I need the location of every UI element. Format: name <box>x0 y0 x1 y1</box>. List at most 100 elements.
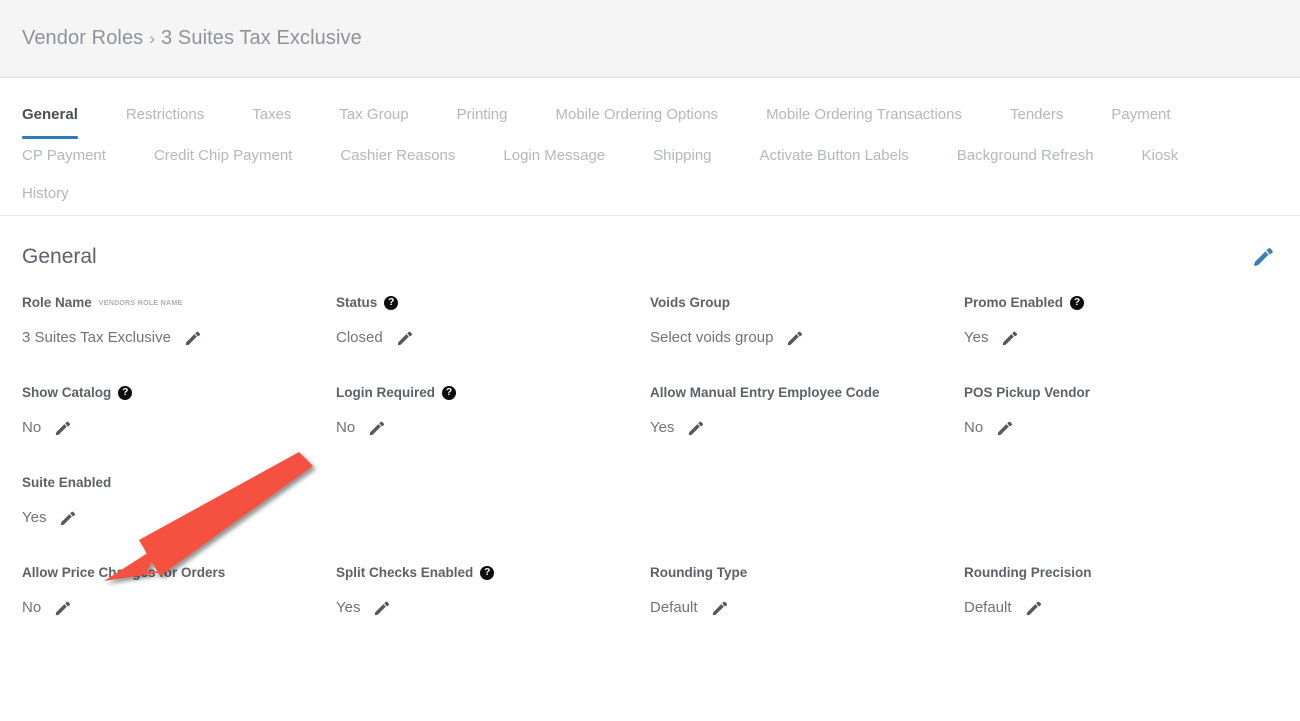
field-rounding-precision: Rounding Precision Default <box>964 564 1278 620</box>
help-icon[interactable]: ? <box>480 566 494 580</box>
field-label-text: Login Required <box>336 384 435 402</box>
field-label-text: Voids Group <box>650 294 730 312</box>
tab-printing[interactable]: Printing <box>457 96 508 139</box>
field-label: Show Catalog ? <box>22 384 336 402</box>
vendor-role-detail-page: Vendor Roles › 3 Suites Tax Exclusive Ge… <box>0 0 1300 721</box>
field-label-text: Status <box>336 294 377 312</box>
tab-shipping[interactable]: Shipping <box>653 139 711 177</box>
edit-field-pencil-icon[interactable] <box>1001 330 1018 347</box>
breadcrumb-current: 3 Suites Tax Exclusive <box>161 27 362 50</box>
field-value-row: Yes <box>22 508 336 528</box>
edit-field-pencil-icon[interactable] <box>1025 600 1042 617</box>
edit-field-pencil-icon[interactable] <box>54 420 71 437</box>
tab-label: Printing <box>457 106 508 123</box>
edit-field-pencil-icon[interactable] <box>396 330 413 347</box>
field-value-text: No <box>336 418 355 438</box>
tab-label: History <box>22 185 69 202</box>
field-allow-manual-entry-employee-code: Allow Manual Entry Employee Code Yes <box>650 384 964 440</box>
tab-cashier-reasons[interactable]: Cashier Reasons <box>340 139 455 177</box>
edit-field-pencil-icon[interactable] <box>368 420 385 437</box>
field-label-text: Show Catalog <box>22 384 111 402</box>
section-header: General <box>22 242 1278 272</box>
field-value-row: No <box>22 598 336 618</box>
field-empty-slot <box>650 474 964 530</box>
field-label: Status ? <box>336 294 650 312</box>
field-label-text: Allow Manual Entry Employee Code <box>650 384 880 402</box>
field-value-text: No <box>22 418 41 438</box>
tab-history[interactable]: History <box>22 177 69 215</box>
tab-taxes[interactable]: Taxes <box>252 96 291 139</box>
tab-mobile-ordering-options[interactable]: Mobile Ordering Options <box>555 96 718 139</box>
field-voids-group: Voids Group Select voids group <box>650 294 964 350</box>
field-value-row: Select voids group <box>650 328 964 348</box>
edit-field-pencil-icon[interactable] <box>184 330 201 347</box>
field-allow-price-changes-for-orders: Allow Price Changes for Orders No <box>22 564 336 620</box>
help-icon[interactable]: ? <box>1070 296 1084 310</box>
field-value-row: No <box>336 418 650 438</box>
field-pos-pickup-vendor: POS Pickup Vendor No <box>964 384 1278 440</box>
field-value-text: Default <box>964 598 1012 618</box>
tab-label: Mobile Ordering Transactions <box>766 106 962 123</box>
tab-label: Activate Button Labels <box>760 147 909 164</box>
field-value-text: Yes <box>964 328 988 348</box>
tab-label: Taxes <box>252 106 291 123</box>
tab-label: Payment <box>1111 106 1170 123</box>
field-label-text: Rounding Precision <box>964 564 1092 582</box>
field-value-text: Yes <box>336 598 360 618</box>
help-icon[interactable]: ? <box>384 296 398 310</box>
edit-field-pencil-icon[interactable] <box>54 600 71 617</box>
field-status: Status ? Closed <box>336 294 650 350</box>
field-value-row: Closed <box>336 328 650 348</box>
field-value-text: Yes <box>650 418 674 438</box>
field-value-text: No <box>22 598 41 618</box>
field-value-row: Yes <box>336 598 650 618</box>
field-split-checks-enabled: Split Checks Enabled ? Yes <box>336 564 650 620</box>
tab-label: Cashier Reasons <box>340 147 455 164</box>
field-value-row: No <box>22 418 336 438</box>
tab-cp-payment[interactable]: CP Payment <box>22 139 106 177</box>
field-empty-slot <box>336 474 650 530</box>
field-label: Login Required ? <box>336 384 650 402</box>
tab-label: Tenders <box>1010 106 1063 123</box>
tab-label: Kiosk <box>1142 147 1179 164</box>
field-label: Split Checks Enabled ? <box>336 564 650 582</box>
tab-mobile-ordering-transactions[interactable]: Mobile Ordering Transactions <box>766 96 962 139</box>
field-value-text: Default <box>650 598 698 618</box>
tab-background-refresh[interactable]: Background Refresh <box>957 139 1094 177</box>
field-label: Promo Enabled ? <box>964 294 1278 312</box>
field-value-text: 3 Suites Tax Exclusive <box>22 328 171 348</box>
edit-field-pencil-icon[interactable] <box>711 600 728 617</box>
breadcrumb-parent-link[interactable]: Vendor Roles <box>22 27 143 50</box>
tab-label: General <box>22 106 78 123</box>
tab-kiosk[interactable]: Kiosk <box>1142 139 1179 177</box>
edit-section-pencil-icon[interactable] <box>1248 242 1278 272</box>
tab-restrictions[interactable]: Restrictions <box>126 96 204 139</box>
tab-general[interactable]: General <box>22 96 78 139</box>
tab-login-message[interactable]: Login Message <box>503 139 605 177</box>
tab-tenders[interactable]: Tenders <box>1010 96 1063 139</box>
tab-row-2: CP Payment Credit Chip Payment Cashier R… <box>22 139 1278 177</box>
tab-label: Credit Chip Payment <box>154 147 292 164</box>
page-title: General <box>22 245 97 269</box>
field-label: Rounding Precision <box>964 564 1278 582</box>
tab-payment[interactable]: Payment <box>1111 96 1170 139</box>
breadcrumb: Vendor Roles › 3 Suites Tax Exclusive <box>22 27 362 50</box>
edit-field-pencil-icon[interactable] <box>373 600 390 617</box>
edit-field-pencil-icon[interactable] <box>996 420 1013 437</box>
field-value-text: No <box>964 418 983 438</box>
tab-credit-chip-payment[interactable]: Credit Chip Payment <box>154 139 292 177</box>
edit-field-pencil-icon[interactable] <box>786 330 803 347</box>
field-label-text: Split Checks Enabled <box>336 564 473 582</box>
field-empty-slot <box>964 474 1278 530</box>
tab-row-3: History <box>22 177 1278 215</box>
tab-activate-button-labels[interactable]: Activate Button Labels <box>760 139 909 177</box>
field-show-catalog: Show Catalog ? No <box>22 384 336 440</box>
help-icon[interactable]: ? <box>118 386 132 400</box>
field-label: Rounding Type <box>650 564 964 582</box>
edit-field-pencil-icon[interactable] <box>687 420 704 437</box>
edit-field-pencil-icon[interactable] <box>59 510 76 527</box>
field-label: Allow Manual Entry Employee Code <box>650 384 964 402</box>
field-role-name: Role Name VENDORS ROLE NAME 3 Suites Tax… <box>22 294 336 350</box>
help-icon[interactable]: ? <box>442 386 456 400</box>
tab-tax-group[interactable]: Tax Group <box>339 96 408 139</box>
